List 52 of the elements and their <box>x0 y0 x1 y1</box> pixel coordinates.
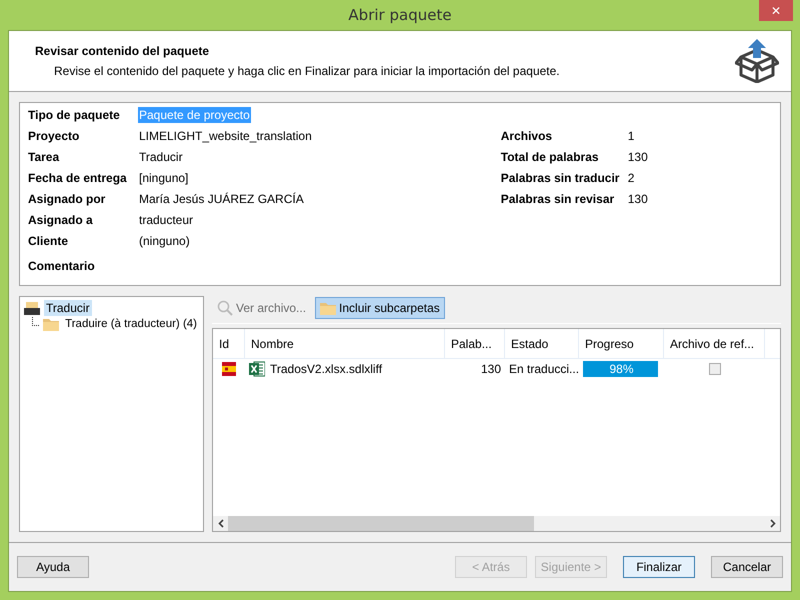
search-icon <box>217 300 233 316</box>
folder-icon <box>320 301 336 315</box>
field-label: Fecha de entrega <box>28 170 128 186</box>
spreadsheet-icon <box>249 361 265 377</box>
dialog-button[interactable]: Cancelar <box>711 556 783 578</box>
field-label: Tarea <box>28 149 60 165</box>
field-value: Traducir <box>138 149 184 165</box>
stat-value: 2 <box>626 170 636 186</box>
column-header[interactable]: Palab... <box>445 329 505 358</box>
file-name: TradosV2.xlsx.sdlxliff <box>270 362 382 376</box>
stat-label: Total de palabras <box>500 149 600 165</box>
close-button[interactable]: ✕ <box>759 0 793 21</box>
field-label: Asignado a <box>28 212 94 228</box>
tree-item[interactable]: Traduire (à traducteur) (4) <box>63 316 199 332</box>
horizontal-scrollbar[interactable] <box>213 516 780 531</box>
field-value: Paquete de proyecto <box>138 107 251 123</box>
header-description: Revise el contenido del paquete y haga clic en Finalizar para iniciar la importación del paquete. <box>53 64 561 78</box>
column-header[interactable]: Id <box>213 329 245 358</box>
column-header[interactable]: Nombre <box>245 329 445 358</box>
basket-icon <box>24 301 40 315</box>
stat-value: 1 <box>626 128 636 144</box>
stat-label: Palabras sin revisar <box>500 191 616 207</box>
header-title: Revisar contenido del paquete <box>35 44 210 58</box>
dialog-button[interactable]: Finalizar <box>623 556 695 578</box>
column-header[interactable]: Archivo de ref... <box>664 329 765 358</box>
checkbox[interactable] <box>708 363 720 375</box>
stat-label: Archivos <box>500 128 554 144</box>
dialog-button[interactable]: Ayuda <box>17 556 89 578</box>
window-title: Abrir paquete <box>348 6 452 24</box>
flag-icon <box>222 362 236 376</box>
field-value: María Jesús JUÁREZ GARCÍA <box>138 191 305 207</box>
package-icon <box>735 39 779 83</box>
field-value: traducteur <box>138 212 194 228</box>
stat-value: 130 <box>626 191 649 207</box>
field-label: Tipo de paquete <box>28 107 121 123</box>
field-label: Proyecto <box>28 128 80 144</box>
field-label: Cliente <box>28 233 70 249</box>
field-label: Comentario <box>28 258 96 274</box>
folder-icon <box>43 317 60 331</box>
stat-label: Palabras sin traducir <box>500 170 620 186</box>
field-value: [ninguno] <box>138 170 190 186</box>
field-value: (ninguno) <box>138 233 191 249</box>
stat-value: 130 <box>626 149 649 165</box>
column-header[interactable]: Progreso <box>579 329 664 358</box>
field-label: Asignado por <box>28 191 106 207</box>
table-cell-text: En traducci... <box>508 361 579 378</box>
column-header[interactable]: Estado <box>505 329 579 358</box>
toolbar-button[interactable]: Incluir subcarpetas <box>315 297 445 319</box>
progress-bar: 98% <box>583 361 660 377</box>
table-cell-text: 130 <box>480 361 502 378</box>
field-value: LIMELIGHT_website_translation <box>138 128 313 144</box>
tree-item[interactable]: Traducir <box>44 300 92 316</box>
